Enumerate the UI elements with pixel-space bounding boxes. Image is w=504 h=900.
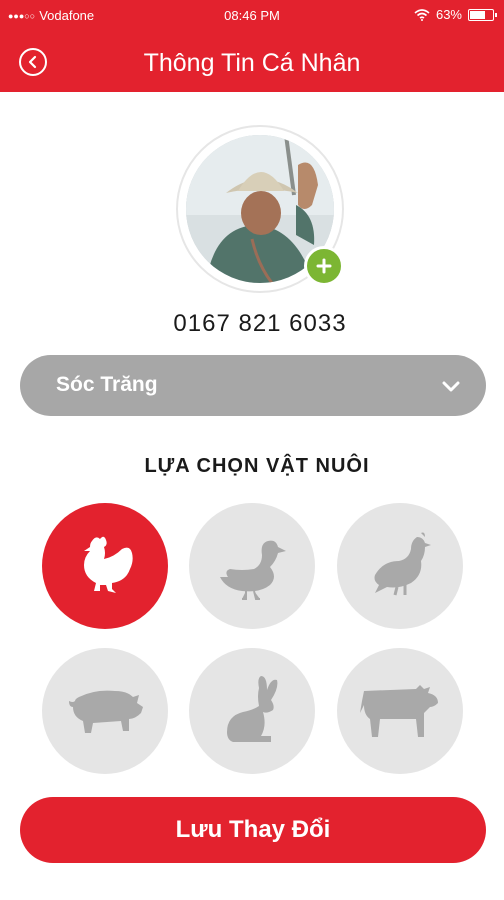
pet-option-chicken[interactable]	[42, 503, 168, 629]
chevron-down-icon	[442, 381, 460, 392]
chicken-icon	[84, 536, 133, 593]
pig-icon	[69, 690, 143, 733]
pet-option-pig[interactable]	[42, 648, 168, 774]
pet-option-quail[interactable]	[337, 503, 463, 629]
pet-option-rabbit[interactable]	[189, 648, 315, 774]
status-right: 63%	[414, 7, 497, 22]
province-select[interactable]: Sóc Trăng	[20, 355, 486, 416]
plus-icon	[316, 258, 332, 274]
status-bar: ●●●○○ Vodafone 08:46 PM 63%	[0, 0, 504, 32]
rabbit-icon	[227, 676, 278, 742]
battery-percent: 63%	[435, 7, 462, 22]
pet-option-duck[interactable]	[189, 503, 315, 629]
duck-icon	[220, 540, 286, 600]
province-value: Sóc Trăng	[56, 373, 158, 396]
save-label: Lưu Thay Đổi	[175, 816, 331, 843]
app-bar: Thông Tin Cá Nhân	[0, 32, 504, 92]
pet-selection-title: LỰA CHỌN VẬT NUÔI	[144, 455, 370, 477]
add-photo-button[interactable]	[304, 246, 344, 286]
cow-icon	[360, 685, 438, 737]
phone-number: 0167 821 6033	[173, 310, 347, 337]
wifi-icon	[414, 8, 430, 21]
quail-icon	[374, 532, 431, 596]
page-title: Thông Tin Cá Nhân	[143, 49, 361, 77]
battery-icon	[468, 8, 497, 21]
pet-option-cow[interactable]	[337, 648, 463, 774]
save-changes-button[interactable]: Lưu Thay Đổi	[20, 797, 486, 863]
